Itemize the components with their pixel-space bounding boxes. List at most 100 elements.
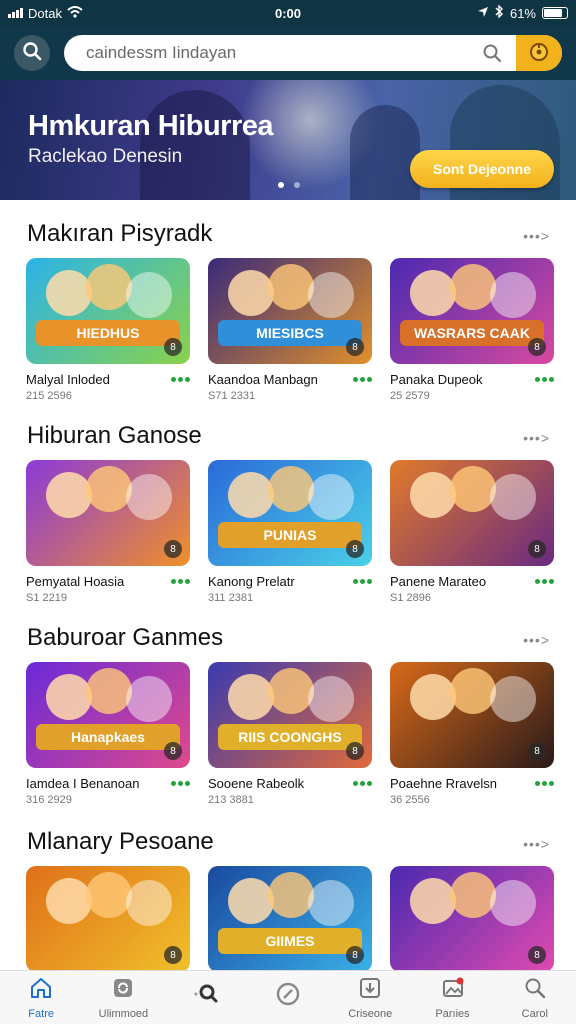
see-more-link[interactable]: •••> [523, 430, 550, 446]
character-art [86, 872, 132, 918]
banner-cta-button[interactable]: Sont Dejeonne [410, 150, 554, 188]
location-icon [477, 6, 489, 21]
badge-icon: 8 [346, 540, 364, 558]
game-thumbnail[interactable]: GIIMES 8 [208, 866, 372, 972]
carousel-dot[interactable] [294, 182, 300, 188]
search-button[interactable] [14, 35, 50, 71]
more-options-icon[interactable] [353, 781, 372, 786]
game-thumbnail[interactable]: WASRARS CAAK 8 [390, 258, 554, 364]
game-card[interactable]: 8 Poaehne Rravelsn 36 2556 [390, 662, 554, 806]
game-thumbnail[interactable]: 8 [26, 460, 190, 566]
character-art [228, 878, 274, 924]
game-card[interactable]: HIEDHUS 8 Malyal Inloded 215 2596 [26, 258, 190, 402]
section-title: Makıran Pisyradk [27, 220, 213, 247]
more-options-icon[interactable] [353, 579, 372, 584]
card-title-row: Kaandoa Manbagn [208, 372, 372, 387]
search-bar[interactable] [64, 35, 562, 71]
top-bar [0, 26, 576, 80]
refresh-icon [111, 976, 135, 1005]
character-art [46, 674, 92, 720]
badge-icon: 8 [164, 742, 182, 760]
carousel-indicator [278, 182, 300, 188]
nav-item-downloads[interactable]: Criseone [329, 971, 411, 1024]
more-options-icon[interactable] [535, 377, 554, 382]
download-icon [358, 976, 382, 1005]
game-thumbnail[interactable]: 8 [390, 866, 554, 972]
game-card[interactable]: Hanapkaes 8 Iamdea I Benanoan 316 2929 [26, 662, 190, 806]
game-card[interactable]: MIESIBCS 8 Kaandoa Manbagn S71 2331 [208, 258, 372, 402]
character-art [308, 272, 354, 318]
nav-item-home[interactable]: Fatre [0, 971, 82, 1024]
section-title: Mlanary Pesoane [27, 828, 214, 855]
see-more-link[interactable]: •••> [523, 632, 550, 648]
badge-icon: 8 [528, 946, 546, 964]
more-options-icon[interactable] [535, 781, 554, 786]
see-more-link[interactable]: •••> [523, 228, 550, 244]
banner-character [140, 90, 250, 200]
game-thumbnail[interactable]: 8 [390, 460, 554, 566]
more-options-icon[interactable] [171, 377, 190, 382]
image-icon [441, 976, 465, 1005]
character-art [450, 668, 496, 714]
game-thumbnail[interactable]: 8 [26, 866, 190, 972]
card-row: 8 GIIMES 8 8 [26, 866, 554, 972]
game-meta: 215 2596 [26, 390, 72, 402]
carousel-dot[interactable] [278, 182, 284, 188]
game-card[interactable]: GIIMES 8 [208, 866, 372, 972]
game-card[interactable]: 8 [26, 866, 190, 972]
game-thumbnail[interactable]: RIIS COONGHS 8 [208, 662, 372, 768]
character-art [490, 474, 536, 520]
status-bar: Dotak 0:00 61% [0, 0, 576, 26]
see-more-link[interactable]: •••> [523, 836, 550, 852]
nav-item-parties[interactable]: Parıies [411, 971, 493, 1024]
character-art [268, 264, 314, 310]
home-icon [29, 976, 53, 1005]
search-input[interactable] [86, 43, 466, 63]
nav-item-search[interactable] [165, 971, 247, 1024]
nav-item-updates[interactable]: Ulimmoed [82, 971, 164, 1024]
card-title-row: Malyal Inloded [26, 372, 190, 387]
more-options-icon[interactable] [171, 579, 190, 584]
game-thumbnail[interactable]: Hanapkaes 8 [26, 662, 190, 768]
character-art [86, 264, 132, 310]
game-card[interactable]: WASRARS CAAK 8 Panaka Dupeok 25 2579 [390, 258, 554, 402]
game-meta: 311 2381 [208, 592, 254, 604]
hero-banner[interactable]: Hmkuran Hiburrea Raclekao Denesin Sont D… [0, 80, 576, 200]
game-card[interactable]: RIIS COONGHS 8 Sooene Rabeolk 213 3881 [208, 662, 372, 806]
game-card[interactable]: PUNIAS 8 Kanong Prelatr 311 2381 [208, 460, 372, 604]
game-section: Hiburan Ganose •••> 8 Pemyatal Hoasia S1 221… [0, 420, 576, 620]
character-art [490, 676, 536, 722]
game-title: Kanong Prelatr [208, 574, 295, 589]
nav-label: Carol [521, 1007, 548, 1020]
nav-item-search-2[interactable]: Carol [494, 971, 576, 1024]
search-icon[interactable] [482, 43, 502, 68]
bottom-nav: Fatre Ulimmoed Criseone Parıies Carol [0, 970, 576, 1024]
more-options-icon[interactable] [353, 377, 372, 382]
badge-icon: 8 [164, 540, 182, 558]
game-thumbnail[interactable]: HIEDHUS 8 [26, 258, 190, 364]
battery-percent: 61% [509, 5, 536, 21]
nav-item-explore[interactable] [247, 971, 329, 1024]
carrier-label: Dotak [28, 5, 62, 21]
game-thumbnail[interactable]: MIESIBCS 8 [208, 258, 372, 364]
more-options-icon[interactable] [171, 781, 190, 786]
game-card[interactable]: 8 [390, 866, 554, 972]
character-art [268, 466, 314, 512]
notification-button[interactable] [516, 35, 562, 71]
game-title: Pemyatal Hoasia [26, 574, 125, 589]
game-card[interactable]: 8 Pemyatal Hoasia S1 2219 [26, 460, 190, 604]
card-row: Hanapkaes 8 Iamdea I Benanoan 316 2929 RIIS … [26, 662, 554, 806]
card-title-row: Kanong Prelatr [208, 574, 372, 589]
character-art [46, 878, 92, 924]
card-title-row: Iamdea I Benanoan [26, 776, 190, 791]
game-thumbnail[interactable]: 8 [390, 662, 554, 768]
game-meta: 213 3881 [208, 794, 254, 806]
character-art [490, 272, 536, 318]
game-title: Panaka Dupeok [390, 372, 483, 387]
game-logo: HIEDHUS [36, 320, 180, 346]
game-thumbnail[interactable]: PUNIAS 8 [208, 460, 372, 566]
more-options-icon[interactable] [535, 579, 554, 584]
game-card[interactable]: 8 Panene Marateo S1 2896 [390, 460, 554, 604]
character-art [410, 472, 456, 518]
card-row: 8 Pemyatal Hoasia S1 2219 PUNIAS 8 Kanong Pre… [26, 460, 554, 604]
